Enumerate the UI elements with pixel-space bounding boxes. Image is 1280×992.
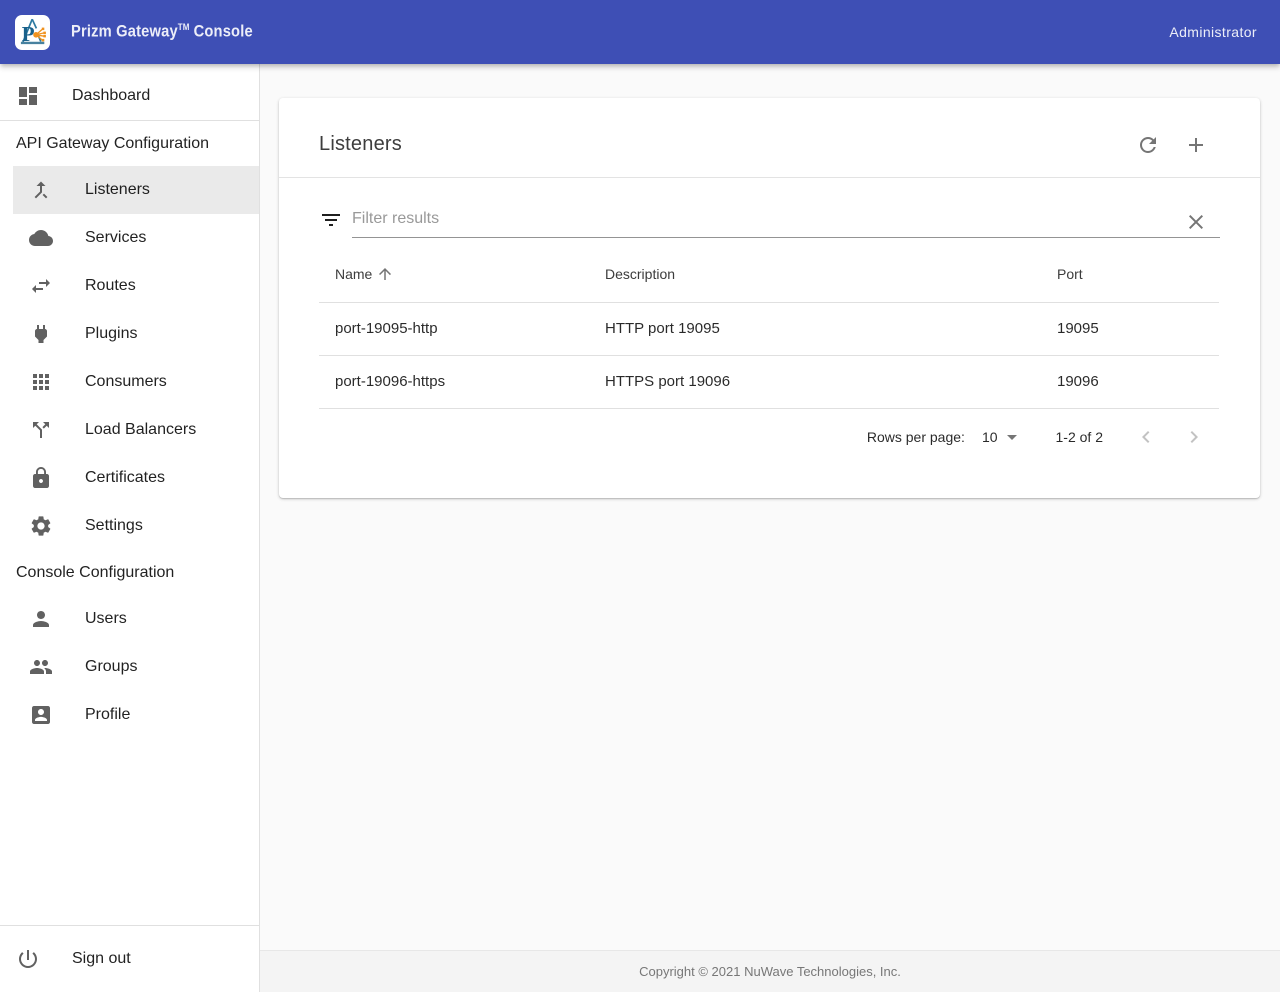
svg-text:P: P: [22, 22, 35, 46]
